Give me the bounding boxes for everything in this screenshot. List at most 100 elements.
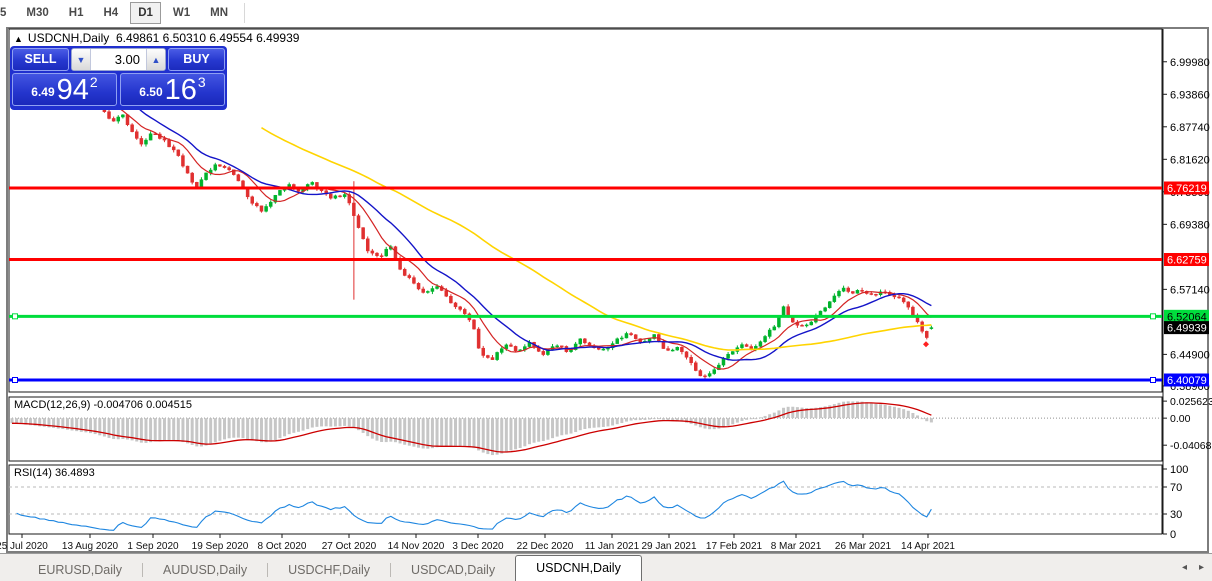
macd-histogram-bar	[209, 418, 213, 445]
rsi-scale-label: 100	[1170, 464, 1188, 476]
tab-scroll-arrows: ◂ ▸	[1182, 554, 1204, 581]
volume-stepper: ▼ ▲	[71, 48, 166, 71]
tab-usdcnh-active[interactable]: USDCNH,Daily	[515, 555, 642, 581]
macd-histogram-bar	[731, 418, 735, 425]
sell-price-button[interactable]: 6.49 94 2	[12, 73, 117, 106]
macd-histogram-bar	[523, 418, 527, 447]
macd-histogram-bar	[352, 418, 356, 428]
macd-histogram-bar	[250, 418, 254, 441]
macd-histogram-bar	[320, 418, 324, 427]
macd-histogram-bar	[449, 418, 453, 447]
sell-price-big: 94	[56, 74, 89, 106]
macd-histogram-bar	[463, 418, 467, 447]
macd-histogram-bar	[296, 418, 300, 432]
pane-border	[8, 464, 1163, 535]
macd-histogram-bar	[902, 409, 906, 419]
price-scale-label: 6.44900	[1170, 349, 1210, 361]
macd-histogram-bar	[181, 418, 185, 443]
buy-price-sup: 3	[197, 74, 206, 90]
macd-histogram-bar	[569, 418, 573, 434]
macd-histogram-bar	[149, 418, 153, 443]
macd-histogram-bar	[112, 418, 116, 440]
macd-histogram-bar	[897, 407, 901, 419]
mt4-terminal: { "toolbar": { "timeframes": [ {"label":…	[0, 0, 1212, 581]
one-click-trading-panel: SELL ▼ ▲ BUY 6.49 94 2 6.50 16 3	[10, 46, 227, 110]
time-axis-label: 8 Mar 2021	[771, 541, 822, 552]
rsi-scale-label: 70	[1170, 482, 1182, 494]
macd-histogram-bar	[888, 405, 892, 419]
macd-histogram-bar	[292, 418, 296, 433]
macd-histogram-bar	[236, 418, 240, 438]
macd-histogram-bar	[430, 418, 434, 449]
macd-histogram-bar	[712, 418, 716, 430]
macd-histogram-bar	[689, 418, 693, 424]
macd-histogram-bar	[537, 418, 541, 442]
macd-histogram-bar	[301, 418, 305, 431]
macd-histogram-bar	[620, 418, 624, 424]
macd-histogram-bar	[800, 407, 804, 419]
volume-increase-icon[interactable]: ▲	[146, 49, 165, 70]
macd-histogram-bar	[204, 418, 208, 446]
macd-histogram-bar	[227, 418, 231, 439]
macd-histogram-bar	[176, 418, 180, 441]
time-axis-label: 27 Oct 2020	[322, 541, 377, 552]
macd-histogram-bar	[172, 418, 176, 441]
chart-title: ▲ USDCNH,Daily 6.49861 6.50310 6.49554 6.…	[14, 31, 299, 45]
panel-collapse-icon[interactable]: ▲	[14, 34, 23, 44]
macd-histogram-bar	[167, 418, 171, 441]
macd-histogram-bar	[361, 418, 365, 433]
tab-scroll-left-icon[interactable]: ◂	[1182, 562, 1187, 573]
macd-histogram-bar	[467, 418, 471, 448]
buy-price-button[interactable]: 6.50 16 3	[120, 73, 225, 106]
macd-histogram-bar	[541, 418, 545, 442]
macd-histogram-bar	[624, 418, 628, 422]
macd-histogram-bar	[615, 418, 619, 425]
macd-histogram-bar	[629, 418, 633, 421]
buy-button[interactable]: BUY	[168, 48, 225, 71]
macd-histogram-bar	[333, 418, 337, 427]
macd-histogram-bar	[440, 418, 444, 447]
macd-histogram-bar	[606, 418, 610, 427]
price-level-label: 6.49939	[1167, 323, 1207, 335]
tab-scroll-right-icon[interactable]: ▸	[1199, 562, 1204, 573]
rsi-scale-label: 30	[1170, 509, 1182, 521]
macd-histogram-bar	[310, 418, 314, 428]
macd-histogram-bar	[435, 418, 439, 448]
macd-histogram-bar	[560, 418, 564, 436]
macd-histogram-bar	[241, 418, 245, 439]
macd-histogram-bar	[509, 418, 513, 451]
macd-histogram-bar	[380, 418, 384, 442]
tab-usdcad[interactable]: USDCAD,Daily	[391, 559, 515, 581]
macd-histogram-bar	[735, 418, 739, 423]
level-line-handle	[12, 313, 18, 320]
level-line-handle	[12, 377, 18, 383]
macd-histogram-bar	[186, 418, 190, 444]
macd-histogram-bar	[504, 418, 508, 452]
macd-histogram-bar	[107, 418, 111, 438]
macd-histogram-bar	[527, 418, 531, 445]
chart-symbol: USDCNH,Daily	[27, 31, 110, 45]
volume-input[interactable]	[91, 49, 146, 70]
macd-histogram-bar	[199, 418, 203, 447]
tab-usdchf[interactable]: USDCHF,Daily	[268, 559, 390, 581]
tab-audusd[interactable]: AUDUSD,Daily	[143, 559, 267, 581]
sell-button[interactable]: SELL	[12, 48, 69, 71]
macd-histogram-bar	[597, 418, 601, 428]
macd-histogram-bar	[652, 418, 656, 420]
macd-histogram-bar	[795, 407, 799, 419]
macd-histogram-bar	[916, 415, 920, 419]
macd-histogram-bar	[283, 418, 287, 437]
macd-histogram-bar	[837, 402, 841, 419]
volume-decrease-icon[interactable]: ▼	[72, 49, 91, 70]
macd-histogram-bar	[634, 418, 638, 421]
buy-price-big: 16	[164, 74, 197, 106]
time-axis-label: 22 Dec 2020	[517, 541, 574, 552]
macd-histogram-bar	[546, 418, 550, 440]
macd-histogram-bar	[518, 418, 522, 448]
macd-histogram-bar	[259, 418, 263, 443]
macd-histogram-bar	[490, 418, 494, 456]
chart-tab-bar: EURUSD,Daily AUDUSD,Daily USDCHF,Daily U…	[0, 553, 1212, 581]
price-level-label: 6.76219	[1167, 183, 1207, 195]
tab-eurusd[interactable]: EURUSD,Daily	[18, 559, 142, 581]
time-axis-label: 26 Mar 2021	[835, 541, 892, 552]
